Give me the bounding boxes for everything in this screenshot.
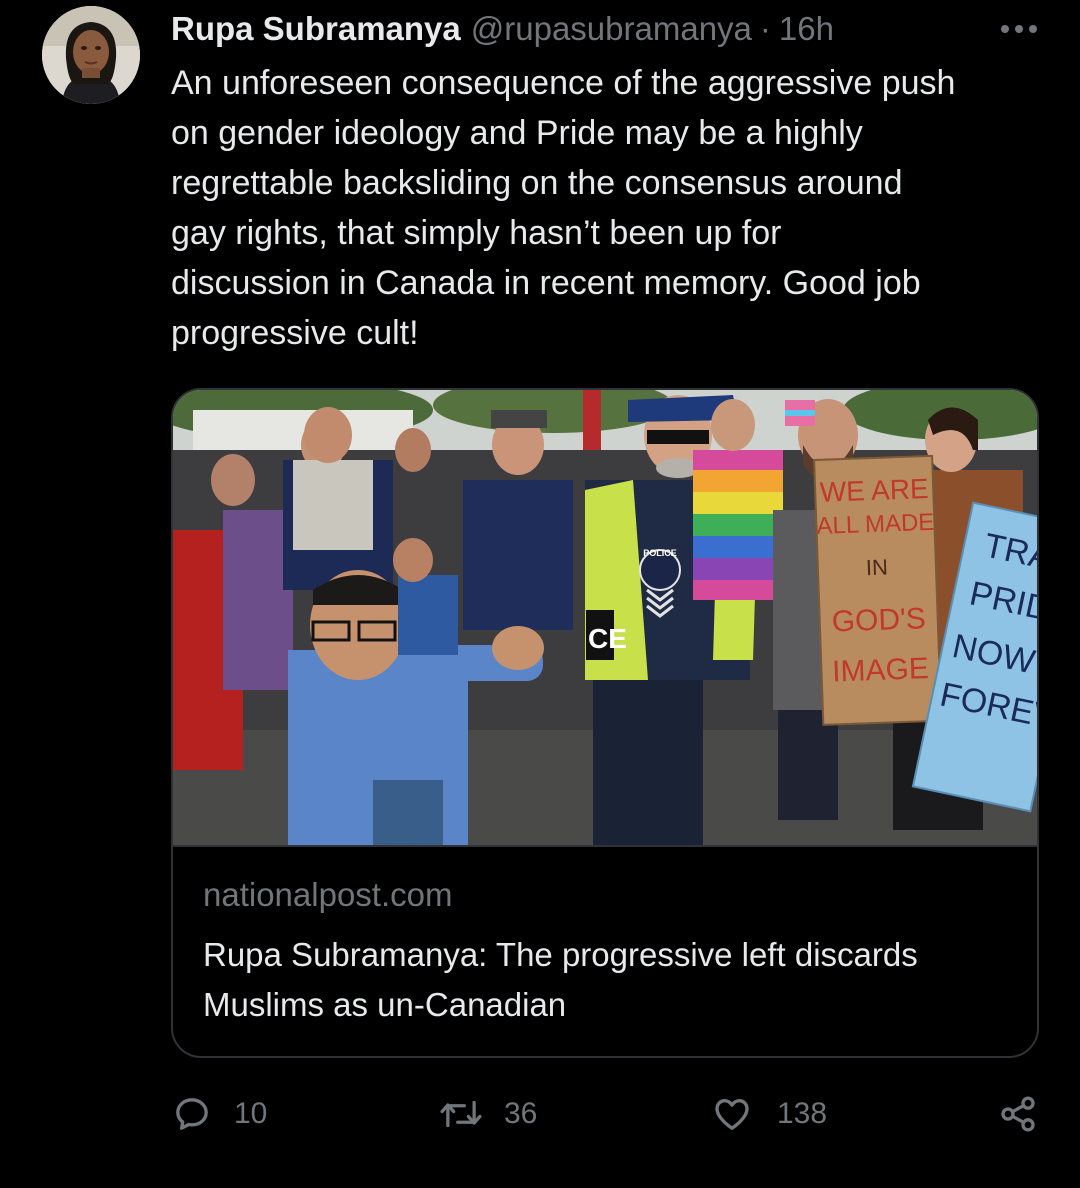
reply-count: 10 bbox=[234, 1097, 268, 1130]
more-icon bbox=[1001, 25, 1037, 33]
card-divider bbox=[173, 845, 1037, 847]
share-button[interactable] bbox=[998, 1088, 1038, 1140]
police-patch-text: POLICE bbox=[643, 548, 677, 558]
protest-photo: POLICE CE WE ARE ALL MADE IN GOD'S IMAGE… bbox=[173, 390, 1037, 845]
retweet-count: 36 bbox=[504, 1097, 538, 1130]
card-image: POLICE CE WE ARE ALL MADE IN GOD'S IMAGE… bbox=[173, 390, 1037, 845]
share-icon bbox=[1001, 1096, 1035, 1132]
svg-text:IN: IN bbox=[865, 554, 888, 580]
tweet-header: Rupa Subramanya @rupasubramanya · 16h bbox=[171, 8, 834, 50]
vest-text: CE bbox=[588, 623, 627, 654]
action-bar: 10 36 138 bbox=[0, 1088, 1080, 1140]
more-options-button[interactable] bbox=[996, 14, 1042, 44]
svg-text:WE ARE: WE ARE bbox=[819, 473, 929, 508]
link-card[interactable]: POLICE CE WE ARE ALL MADE IN GOD'S IMAGE… bbox=[171, 388, 1039, 1058]
separator-dot: · bbox=[759, 10, 771, 47]
reply-icon bbox=[176, 1098, 208, 1130]
card-title: Rupa Subramanya: The progressive left di… bbox=[203, 936, 918, 1023]
like-button[interactable]: 138 bbox=[712, 1088, 827, 1140]
tweet-text: An unforeseen consequence of the aggress… bbox=[171, 64, 956, 352]
svg-text:IMAGE: IMAGE bbox=[832, 652, 930, 688]
retweet-button[interactable]: 36 bbox=[438, 1088, 537, 1140]
author-display-name[interactable]: Rupa Subramanya bbox=[171, 10, 461, 48]
tweet-timestamp[interactable]: 16h bbox=[779, 10, 834, 48]
reply-button[interactable]: 10 bbox=[172, 1088, 267, 1140]
tweet[interactable]: Rupa Subramanya @rupasubramanya · 16h An… bbox=[0, 0, 1080, 1188]
avatar-photo bbox=[42, 6, 140, 104]
avatar[interactable] bbox=[42, 6, 140, 104]
like-count: 138 bbox=[777, 1097, 828, 1130]
heart-icon bbox=[715, 1099, 749, 1130]
svg-text:ALL MADE: ALL MADE bbox=[816, 509, 935, 540]
card-domain: nationalpost.com bbox=[203, 876, 453, 913]
svg-text:GOD'S: GOD'S bbox=[831, 602, 926, 638]
retweet-icon bbox=[440, 1100, 482, 1128]
author-handle[interactable]: @rupasubramanya bbox=[471, 10, 752, 48]
